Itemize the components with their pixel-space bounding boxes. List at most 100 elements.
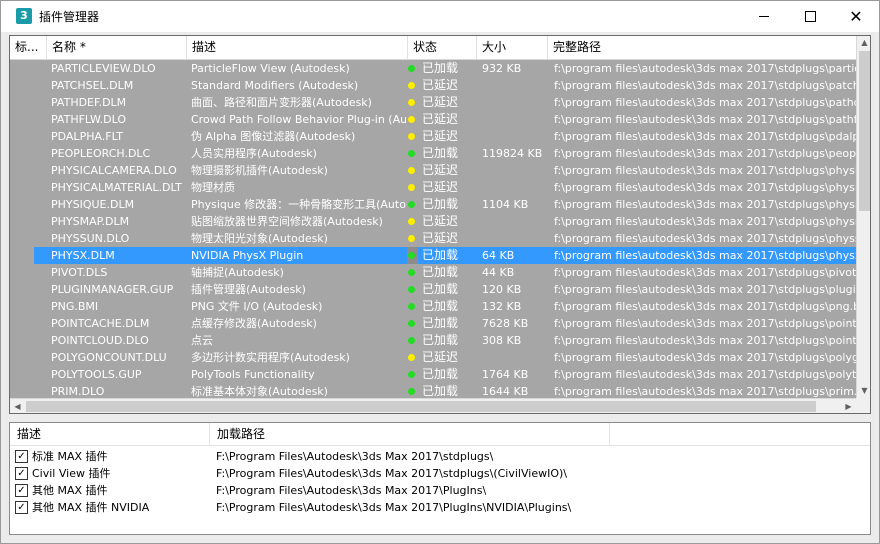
plugin-full-path: f:\program files\autodesk\3ds max 2017\s… [554,215,856,228]
plugin-row[interactable]: PARTICLEVIEW.DLO ParticleFlow View (Autod… [10,60,856,77]
plugin-size: 308 KB [482,334,522,347]
plugin-full-path: f:\program files\autodesk\3ds max 2017\s… [554,62,856,75]
plugin-row[interactable]: PLUGINMANAGER.GUP 插件管理器(Autodesk) 已加载 120 K… [10,281,856,298]
plugin-status: 已加载 [422,282,459,296]
load-path-row[interactable]: ✓ 其他 MAX 插件 NVIDIA F:\Program Files\Autode… [10,499,870,516]
maximize-button[interactable] [787,1,833,32]
vertical-scroll-thumb[interactable] [859,51,870,211]
checkbox-checked-icon[interactable]: ✓ [15,501,28,514]
status-dot-cell [407,196,418,213]
plugin-name: PIVOT.DLS [51,266,108,279]
load-path-row[interactable]: ✓ 其他 MAX 插件 F:\Program Files\Autodesk\3ds … [10,482,870,499]
status-dot-cell [407,264,418,281]
plugin-description: Physique 修改器：一种骨骼变形工具(Autodesk) [191,198,406,211]
status-dot-icon [408,354,415,361]
plugin-full-path: f:\program files\autodesk\3ds max 2017\s… [554,147,856,160]
minimize-button[interactable] [741,1,787,32]
plugin-size: 1644 KB [482,385,529,398]
plugin-row[interactable]: PATCHSEL.DLM Standard Modifiers (Autodesk… [10,77,856,94]
plugin-name: PNG.BMI [51,300,99,313]
plugin-row[interactable]: PIVOT.DLS 轴捕捉(Autodesk) 已加载 44 KB f:\program… [10,264,856,281]
checkbox-checked-icon[interactable]: ✓ [15,450,28,463]
plugin-row[interactable]: POLYTOOLS.GUP PolyTools Functionality 已加载 1… [10,366,856,383]
plugin-full-path: f:\program files\autodesk\3ds max 2017\s… [554,351,856,364]
plugin-size [482,349,548,366]
window-title: 插件管理器 [39,10,100,24]
plugin-name: POINTCACHE.DLM [51,317,150,330]
load-path-row[interactable]: ✓ 标准 MAX 插件 F:\Program Files\Autodesk\3ds … [10,448,870,465]
plugin-description: 插件管理器(Autodesk) [191,283,306,296]
plugin-row[interactable]: PHYSICALMATERIAL.DLT 物理材质 已延迟 f:\program fi… [10,179,856,196]
column-header-load-path[interactable]: 加载路径 [210,423,610,445]
plugin-row[interactable]: PATHFLW.DLO Crowd Path Follow Behavior Pl… [10,111,856,128]
status-dot-icon [408,388,415,395]
plugin-status: 已加载 [422,299,459,313]
plugin-name: PATHFLW.DLO [51,113,127,126]
column-header-flag[interactable]: 标... [10,36,47,59]
plugin-full-path: f:\program files\autodesk\3ds max 2017\s… [554,283,856,296]
plugin-row[interactable]: PEOPLEORCH.DLC 人员实用程序(Autodesk) 已加载 119824 … [10,145,856,162]
plugin-size: 932 KB [482,62,522,75]
status-dot-cell [407,230,418,247]
plugin-full-path: f:\program files\autodesk\3ds max 2017\s… [554,266,856,279]
plugin-row[interactable]: PDALPHA.FLT 伪 Alpha 图像过滤器(Autodesk) 已延迟 f:\… [10,128,856,145]
plugin-description: ParticleFlow View (Autodesk) [191,62,350,75]
status-dot-icon [408,269,415,276]
checkbox-checked-icon[interactable]: ✓ [15,484,28,497]
column-header-description[interactable]: 描述 [187,36,408,59]
plugin-row[interactable]: PNG.BMI PNG 文件 I/O (Autodesk) 已加载 132 KB f:\… [10,298,856,315]
chevron-left-icon[interactable]: ◀ [10,399,25,413]
close-button[interactable]: ✕ [833,1,879,32]
chevron-up-icon[interactable]: ▲ [857,36,870,50]
chevron-down-icon[interactable]: ▼ [857,384,870,398]
plugin-full-path: f:\program files\autodesk\3ds max 2017\s… [554,300,856,313]
horizontal-scroll-thumb[interactable] [26,401,816,412]
chevron-right-icon[interactable]: ▶ [841,399,856,413]
plugin-row[interactable]: PHYSMAP.DLM 贴图缩放器世界空间修改器(Autodesk) 已延迟 f:\p… [10,213,856,230]
plugin-row[interactable]: PRIM.DLO 标准基本体对象(Autodesk) 已加载 1644 KB f:\pr… [10,383,856,398]
plugin-size [482,94,548,111]
checkbox-checked-icon[interactable]: ✓ [15,467,28,480]
load-path-value: F:\Program Files\Autodesk\3ds Max 2017\s… [216,450,494,463]
status-dot-cell [407,128,418,145]
minimize-icon [759,16,769,17]
plugin-name: PRIM.DLO [51,385,105,398]
plugin-status: 已延迟 [422,112,459,126]
horizontal-scrollbar[interactable]: ◀ ▶ [10,398,856,413]
plugin-row[interactable]: POLYGONCOUNT.DLU 多边形计数实用程序(Autodesk) 已延迟 f:… [10,349,856,366]
load-path-list[interactable]: 描述 加载路径 ✓ 标准 MAX 插件 F:\Program Files\Autod… [9,422,871,535]
vertical-scrollbar[interactable]: ▲ ▼ [856,36,870,398]
plugin-row[interactable]: PHYSSUN.DLO 物理太阳光对象(Autodesk) 已延迟 f:\progra… [10,230,856,247]
title-bar[interactable]: 3 插件管理器 ✕ [1,1,879,32]
plugin-row[interactable]: POINTCACHE.DLM 点缓存修改器(Autodesk) 已加载 7628 KB… [10,315,856,332]
plugin-row[interactable]: PHYSICALCAMERA.DLO 物理摄影机插件(Autodesk) 已延迟 f:… [10,162,856,179]
plugin-description: PolyTools Functionality [191,368,315,381]
plugin-size: 119824 KB [482,147,543,160]
load-path-row[interactable]: ✓ Civil View 插件 F:\Program Files\Autodesk\… [10,465,870,482]
plugin-status: 已延迟 [422,129,459,143]
plugin-full-path: f:\program files\autodesk\3ds max 2017\s… [554,79,856,92]
status-dot-icon [408,99,415,106]
column-header-full-path[interactable]: 完整路径 [548,36,856,59]
status-dot-icon [408,201,415,208]
plugin-row[interactable]: PHYSIQUE.DLM Physique 修改器：一种骨骼变形工具(Autode… [10,196,856,213]
plugin-row[interactable]: POINTCLOUD.DLO 点云 已加载 308 KB f:\program file… [10,332,856,349]
plugin-row[interactable]: PHYSX.DLM NVIDIA PhysX Plugin 已加载 64 KB f:\p… [10,247,856,264]
status-dot-cell [407,315,418,332]
plugin-description: 物理摄影机插件(Autodesk) [191,164,328,177]
plugin-description: PNG 文件 I/O (Autodesk) [191,300,323,313]
plugin-full-path: f:\program files\autodesk\3ds max 2017\s… [554,198,856,211]
plugin-list[interactable]: 标... 名称 * 描述 状态 大小 完整路径 PARTICLEVIEW.DLO… [9,35,871,414]
plugin-name: PATCHSEL.DLM [51,79,134,92]
column-header-size[interactable]: 大小 [477,36,548,59]
plugin-full-path: f:\program files\autodesk\3ds max 2017\s… [554,249,856,262]
plugin-row[interactable]: PATHDEF.DLM 曲面、路径和面片变形器(Autodesk) 已延迟 f:\pr… [10,94,856,111]
status-dot-icon [408,235,415,242]
plugin-full-path: f:\program files\autodesk\3ds max 2017\s… [554,385,856,398]
plugin-size [482,179,548,196]
column-header-path-description[interactable]: 描述 [10,423,210,445]
plugin-status: 已加载 [422,333,459,347]
column-header-status[interactable]: 状态 [408,36,477,59]
column-header-name[interactable]: 名称 * [47,36,187,59]
status-dot-cell [407,77,418,94]
